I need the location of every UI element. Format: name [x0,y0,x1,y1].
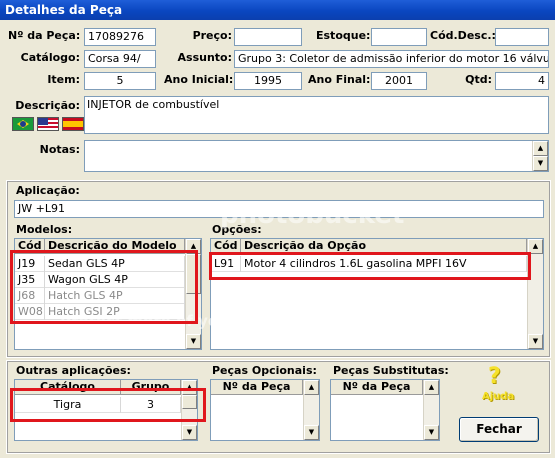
estoque-field[interactable] [371,28,427,46]
table-row[interactable]: J35 Wagon GLS 4P [15,272,185,288]
opcoes-header: Cód Descrição da Opção [211,239,527,254]
outras-header: Catálogo Grupo [15,380,181,395]
modelos-desc: Sedan GLS 4P [45,256,185,272]
catalogo-label: Catálogo: [20,51,80,64]
modelos-desc: Hatch GSI 2P [45,304,185,320]
assunto-label: Assunto: [177,51,232,64]
scroll-down-icon[interactable]: ▼ [304,425,319,440]
modelos-cod: J68 [15,288,45,304]
substitutas-label: Peças Substitutas: [333,364,449,377]
descricao-field[interactable]: INJETOR de combustível [84,96,549,134]
scroll-up-icon[interactable]: ▲ [186,239,201,254]
opcionais-scrollbar[interactable]: ▲ ▼ [303,380,319,440]
opcoes-cod: L91 [211,256,241,272]
modelos-label: Modelos: [16,223,73,236]
table-row[interactable]: W08 Hatch GSI 2P [15,304,185,320]
aplicacao-label: Aplicação: [16,184,80,197]
preco-label: Preço: [192,29,232,42]
table-row[interactable]: J68 Hatch GLS 4P [15,288,185,304]
opcionais-col[interactable]: Nº da Peça [211,380,303,395]
scroll-down-icon[interactable]: ▼ [528,334,543,349]
cod-desc-field[interactable] [495,28,549,46]
modelos-desc: Hatch GLS 4P [45,288,185,304]
outras-col-grupo[interactable]: Grupo [121,380,181,395]
outras-scrollbar[interactable]: ▲ ▼ [181,380,197,440]
brazil-flag-icon[interactable] [12,117,34,131]
opcoes-table: Cód Descrição da Opção L91 Motor 4 cilin… [210,238,544,350]
item-field[interactable]: 5 [84,72,156,90]
qtd-field[interactable]: 4 [495,72,549,90]
substitutas-col[interactable]: Nº da Peça [331,380,423,395]
assunto-field[interactable]: Grupo 3: Coletor de admissão inferior do… [234,50,549,68]
modelos-col-cod[interactable]: Cód [15,239,45,254]
substitutas-scrollbar[interactable]: ▲ ▼ [423,380,439,440]
substitutas-table: Nº da Peça ▲ ▼ [330,379,440,441]
scroll-down-icon[interactable]: ▼ [182,425,197,440]
ano-final-label: Ano Final: [308,73,371,86]
table-row[interactable]: J19 Sedan GLS 4P [15,256,185,272]
notas-label: Notas: [39,143,80,156]
estoque-label: Estoque: [316,29,371,42]
notas-field[interactable]: ▲ ▼ [84,140,549,172]
substitutas-header: Nº da Peça [331,380,423,395]
close-button[interactable]: Fechar [459,417,539,442]
ano-inicial-field[interactable]: 1995 [234,72,302,90]
ano-inicial-label: Ano Inicial: [164,73,234,86]
scroll-thumb[interactable] [182,395,197,409]
cod-desc-label: Cód.Desc.: [430,29,496,42]
scroll-up-icon[interactable]: ▲ [528,239,543,254]
scroll-down-icon[interactable]: ▼ [186,334,201,349]
modelos-cod: J19 [15,256,45,272]
item-label: Item: [47,73,80,86]
outras-catalogo: Tigra [15,397,121,413]
outras-grupo: 3 [121,397,181,413]
preco-field[interactable] [234,28,302,46]
usa-flag-icon[interactable] [37,117,59,131]
descricao-label: Descrição: [15,99,80,112]
scroll-up-icon[interactable]: ▲ [424,380,439,395]
opcoes-desc: Motor 4 cilindros 1.6L gasolina MPFI 16V [241,256,527,272]
help-label[interactable]: Ajuda [482,391,514,402]
opcionais-label: Peças Opcionais: [212,364,317,377]
modelos-desc: Wagon GLS 4P [45,272,185,288]
table-row[interactable]: L91 Motor 4 cilindros 1.6L gasolina MPFI… [211,256,527,272]
aplicacao-field[interactable]: JW +L91 [14,200,544,218]
numero-field[interactable]: 17089276 [84,28,156,46]
opcoes-label: Opções: [212,223,262,236]
opcionais-header: Nº da Peça [211,380,303,395]
modelos-scrollbar[interactable]: ▲ ▼ [185,239,201,349]
opcoes-scrollbar[interactable]: ▲ ▼ [527,239,543,349]
modelos-header: Cód Descrição do Modelo [15,239,185,254]
modelos-cod: W08 [15,304,45,320]
table-row[interactable]: Tigra 3 [15,397,181,413]
scroll-thumb[interactable] [186,254,201,294]
descricao-text: INJETOR de combustível [87,98,220,111]
modelos-table: Cód Descrição do Modelo J19 Sedan GLS 4P… [14,238,202,350]
numero-label: Nº da Peça: [8,29,81,42]
scroll-down-icon[interactable]: ▼ [533,156,548,171]
opcoes-col-desc[interactable]: Descrição da Opção [241,239,527,254]
opcionais-table: Nº da Peça ▲ ▼ [210,379,320,441]
scroll-up-icon[interactable]: ▲ [304,380,319,395]
spain-flag-icon[interactable] [62,117,84,131]
modelos-col-desc[interactable]: Descrição do Modelo [45,239,185,254]
modelos-cod: J35 [15,272,45,288]
scroll-up-icon[interactable]: ▲ [533,141,548,156]
window-title: Detalhes da Peça [0,0,555,20]
catalogo-field[interactable]: Corsa 94/ [84,50,156,68]
opcoes-col-cod[interactable]: Cód [211,239,241,254]
scroll-down-icon[interactable]: ▼ [424,425,439,440]
help-icon[interactable]: ? [488,364,501,389]
outras-label: Outras aplicações: [16,364,131,377]
outras-table: Catálogo Grupo Tigra 3 ▲ ▼ [14,379,198,441]
ano-final-field[interactable]: 2001 [371,72,427,90]
notas-scrollbar[interactable]: ▲ ▼ [532,141,548,171]
qtd-label: Qtd: [465,73,492,86]
outras-col-catalogo[interactable]: Catálogo [15,380,121,395]
part-details-window: Detalhes da Peça Nº da Peça: 17089276 Pr… [0,0,555,458]
scroll-up-icon[interactable]: ▲ [182,380,197,395]
